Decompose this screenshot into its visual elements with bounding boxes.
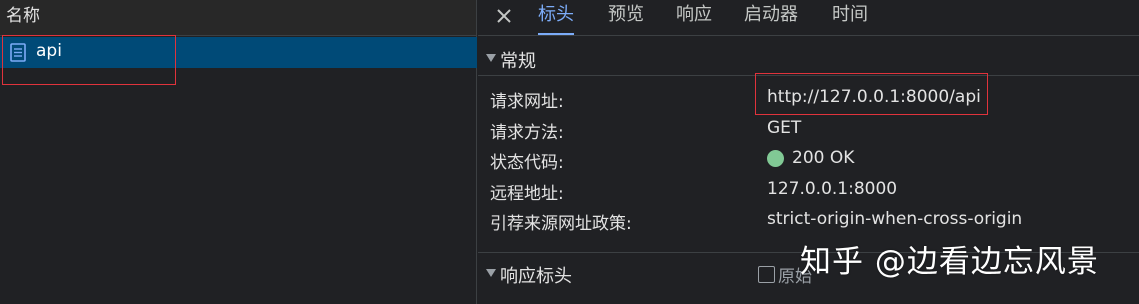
tab-preview[interactable]: 预览 — [608, 3, 644, 35]
request-method-value: GET — [767, 118, 802, 138]
tab-headers[interactable]: 标头 — [538, 3, 574, 35]
request-url-label: 请求网址: — [490, 92, 564, 112]
watermark-text: 知乎 @边看边忘风景 — [800, 244, 1099, 280]
highlight-box-url — [755, 73, 988, 115]
request-method-label: 请求方法: — [490, 123, 564, 143]
general-section-title: 常规 — [500, 51, 536, 72]
request-list-panel: 名称 api — [0, 0, 477, 304]
status-code-value: 200 OK — [792, 148, 855, 168]
status-code-label: 状态代码: — [490, 153, 564, 173]
response-headers-title: 响应标头 — [500, 266, 572, 287]
status-ok-icon — [767, 150, 784, 167]
details-tabbar: 标头 预览 响应 启动器 时间 — [478, 0, 1139, 36]
close-icon[interactable] — [492, 4, 516, 28]
expand-triangle-icon — [486, 269, 496, 277]
tab-response[interactable]: 响应 — [676, 3, 712, 35]
raw-checkbox[interactable] — [758, 266, 775, 283]
remote-address-label: 远程地址: — [490, 184, 564, 204]
general-section-header[interactable]: 常规 — [478, 40, 1139, 76]
highlight-box-request — [2, 35, 176, 85]
remote-address-value: 127.0.0.1:8000 — [767, 179, 898, 199]
name-column-header[interactable]: 名称 — [0, 0, 476, 36]
referrer-policy-label: 引荐来源网址政策: — [490, 214, 632, 234]
referrer-policy-value: strict-origin-when-cross-origin — [767, 209, 1023, 229]
tab-timing[interactable]: 时间 — [832, 3, 868, 35]
tab-initiator[interactable]: 启动器 — [744, 3, 798, 35]
expand-triangle-icon — [486, 54, 496, 62]
